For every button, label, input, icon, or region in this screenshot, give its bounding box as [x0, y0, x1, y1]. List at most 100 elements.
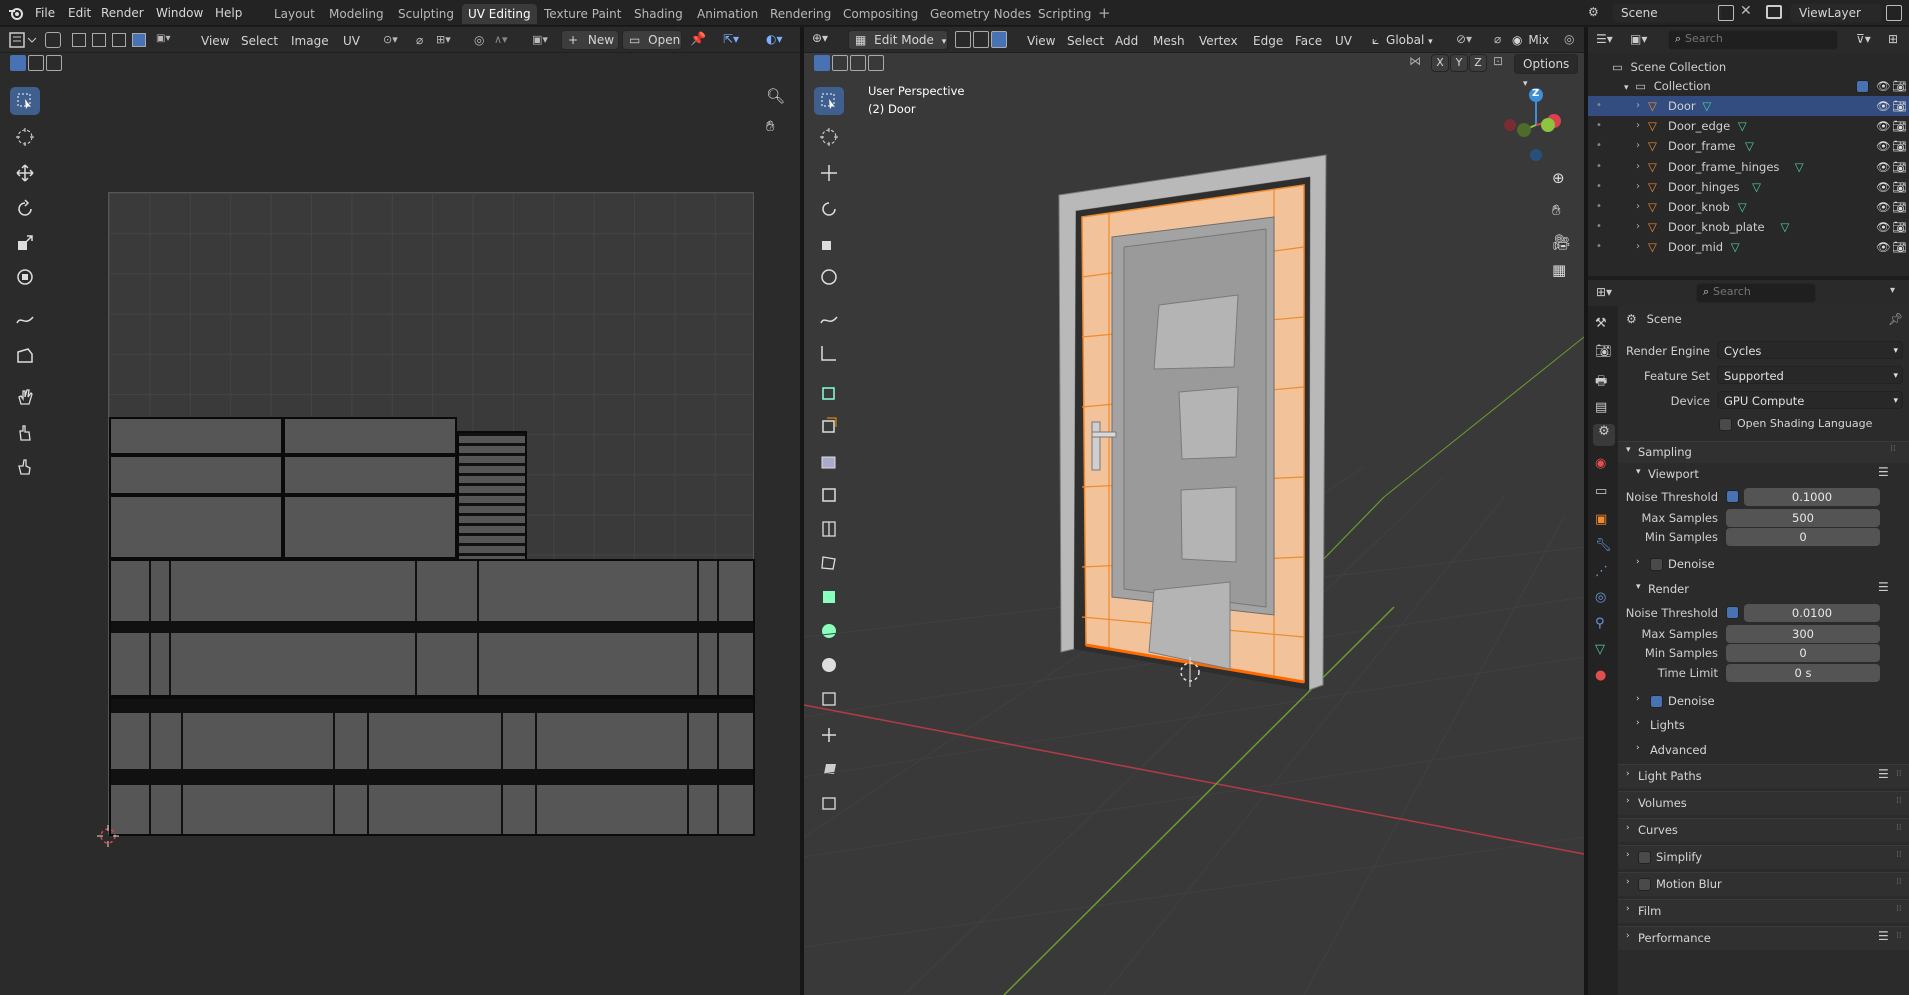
panel-curves[interactable]: › Curves ⁞⁞	[1618, 818, 1909, 842]
mesh-data-icon[interactable]: ▽	[1738, 116, 1747, 136]
tab-modeling[interactable]: Modeling	[323, 4, 390, 24]
lights-subpanel[interactable]: › Lights	[1628, 716, 1888, 734]
visibility-eye-icon[interactable]: 👁︎	[1876, 217, 1891, 237]
collection-visibility-icon[interactable]: 👁︎	[1876, 76, 1891, 96]
outliner-item-door-knob[interactable]: • › ▽ Door_knob ▽ 👁︎ 📷︎	[1588, 197, 1909, 217]
collection-row[interactable]: ▾ ▭ Collection 👁︎ 📷︎	[1624, 76, 1907, 96]
pivot-icon[interactable]: ⊙▾	[383, 33, 407, 47]
relax-tool-icon[interactable]	[10, 419, 40, 447]
mirror-x-toggle[interactable]: X	[1431, 54, 1449, 72]
properties-editor-type-icon[interactable]: ⊞▾	[1596, 285, 1612, 299]
display-mode-icon[interactable]: ▣▾	[1630, 32, 1647, 46]
menu-render[interactable]: Render	[96, 4, 149, 22]
view-layer-icon[interactable]	[1766, 5, 1782, 19]
outliner-item-door-knob-plate[interactable]: • › ▽ Door_knob_plate ▽ 👁︎ 📷︎	[1588, 217, 1909, 237]
outliner-item-door-mid[interactable]: • › ▽ Door_mid ▽ 👁︎ 📷︎	[1588, 237, 1909, 257]
r-max-samples-field[interactable]: 300	[1726, 625, 1880, 643]
grab-tool-icon[interactable]	[10, 383, 40, 411]
uv-menu-uv[interactable]: UV	[338, 31, 365, 51]
expand-arrow-icon[interactable]: ›	[1636, 96, 1640, 116]
object-tab-icon[interactable]: ▣	[1595, 512, 1607, 527]
render-tab-icon[interactable]: 📷︎	[1595, 344, 1612, 359]
panel-volumes[interactable]: › Volumes ⁞⁞	[1618, 791, 1909, 815]
vp-select-subtract-icon[interactable]	[850, 55, 866, 71]
mirror-y-toggle[interactable]: Y	[1450, 54, 1468, 72]
mode-selector[interactable]: ▦ Edit Mode ▾	[848, 30, 948, 50]
uv-island[interactable]	[283, 495, 457, 559]
viewport-editor-type-icon[interactable]: ⊕▾	[812, 31, 842, 49]
scene-icon[interactable]: ⚙	[1588, 5, 1610, 21]
select-mode-island-icon[interactable]	[132, 33, 146, 47]
pinch-tool-icon[interactable]	[10, 453, 40, 481]
select-subtract-icon[interactable]	[46, 55, 62, 71]
uv-island[interactable]	[109, 495, 283, 559]
properties-search-input[interactable]	[1713, 285, 1803, 298]
uv-island[interactable]	[109, 559, 755, 697]
zoom-icon[interactable]: 🔍︎	[766, 87, 788, 109]
vp-noise-threshold-checkbox[interactable]	[1726, 490, 1739, 503]
proportional-editing-icon[interactable]: ◎	[1564, 32, 1574, 46]
r-noise-threshold-checkbox[interactable]	[1726, 606, 1739, 619]
tab-compositing[interactable]: Compositing	[837, 4, 924, 24]
panel-motion-blur[interactable]: › Motion Blur ⁞⁞	[1618, 872, 1909, 896]
scale-tool-icon[interactable]	[10, 229, 40, 257]
uv-island[interactable]	[457, 431, 527, 561]
image-browse-icon[interactable]: ▣▾	[532, 33, 558, 49]
collection-exclude-checkbox[interactable]	[1856, 80, 1869, 93]
new-image-button[interactable]: + New	[561, 30, 619, 50]
material-tab-icon[interactable]: ●	[1595, 668, 1606, 683]
open-image-button[interactable]: ▭ Open	[622, 30, 682, 50]
drag-handle-icon[interactable]: ⁞⁞	[1896, 931, 1902, 941]
rotate-tool-icon[interactable]	[10, 195, 40, 223]
vp-select-new-icon[interactable]	[814, 55, 830, 71]
vp-min-samples-field[interactable]: 0	[1726, 528, 1880, 546]
viewport-presets-icon[interactable]: ☰	[1878, 465, 1889, 479]
edge-select-icon[interactable]	[973, 31, 989, 48]
expand-arrow-icon[interactable]: ›	[1636, 116, 1640, 136]
panel-film[interactable]: › Film ⁞⁞	[1618, 899, 1909, 923]
auto-merge-icon[interactable]: ⊡	[1493, 54, 1503, 68]
3d-viewport[interactable]: ⊕▾ ▦ Edit Mode ▾ View Select Add Mesh Ve…	[804, 27, 1584, 995]
outliner[interactable]: ☰▾ ▣▾ ⌕ ⊽▾ ⊞ ▭ Scene Collection ▾ ▭ Coll…	[1588, 27, 1909, 276]
overlay-toggle-icon[interactable]: ◐▾	[766, 32, 796, 48]
snap-icon[interactable]: ⌀	[416, 33, 432, 49]
render-camera-icon[interactable]: 📷︎	[1892, 177, 1907, 197]
expand-arrow-icon[interactable]: ›	[1636, 177, 1640, 197]
select-box-tool-icon[interactable]	[10, 87, 40, 115]
uv-island[interactable]	[283, 455, 457, 495]
properties-options-icon[interactable]: ▾	[1890, 285, 1895, 296]
vp-menu-view[interactable]: View	[1022, 31, 1060, 51]
outliner-item-door-frame[interactable]: • › ▽ Door_frame ▽ 👁︎ 📷︎	[1588, 136, 1909, 156]
mirror-icon[interactable]: ⋈	[1409, 54, 1421, 68]
properties-search[interactable]: ⌕	[1696, 283, 1816, 303]
outliner-search-input[interactable]	[1685, 32, 1825, 45]
drag-handle-icon[interactable]: ⁞⁞	[1896, 796, 1902, 806]
visibility-eye-icon[interactable]: 👁︎	[1876, 177, 1891, 197]
gizmo-toggle-icon[interactable]: ⇱▾	[723, 32, 753, 48]
cursor-tool-icon[interactable]	[10, 123, 40, 151]
osl-row[interactable]: Open Shading Language	[1717, 416, 1907, 432]
viewport-scene[interactable]	[804, 77, 1584, 995]
select-mode-edge-icon[interactable]	[92, 33, 106, 47]
drag-handle-icon[interactable]: ⁞⁞	[1896, 823, 1902, 833]
tab-uv-editing[interactable]: UV Editing	[462, 4, 537, 24]
tab-animation[interactable]: Animation	[691, 4, 764, 24]
modifier-tab-icon[interactable]: 🔧︎	[1595, 538, 1612, 553]
outliner-search[interactable]: ⌕	[1668, 30, 1838, 50]
menu-window[interactable]: Window	[151, 4, 208, 22]
mesh-data-icon[interactable]: ▽	[1702, 96, 1711, 116]
drag-handle-icon[interactable]: ⁞⁞	[1896, 850, 1902, 860]
uv-island[interactable]	[109, 417, 283, 455]
viewport-subpanel-header[interactable]: ▾ Viewport ☰	[1628, 463, 1909, 485]
tab-layout[interactable]: Layout	[268, 4, 321, 24]
panel-presets-icon[interactable]: ☰	[1878, 767, 1889, 781]
annotate-tool-icon[interactable]	[10, 305, 40, 333]
vp-denoise-checkbox[interactable]	[1650, 558, 1663, 571]
select-mode-face-icon[interactable]	[112, 33, 126, 47]
render-camera-icon[interactable]: 📷︎	[1892, 157, 1907, 177]
vp-select-extend-icon[interactable]	[832, 55, 848, 71]
properties-editor[interactable]: ⊞▾ ⌕ ▾ ⚒ 📷︎ 🖶 ▤ ⚙ ◉ ▭ ▣ 🔧︎ ⋰ ◎ ⚲ ▽ ● ⚙ S…	[1588, 280, 1909, 995]
scene-collection-row[interactable]: ▭ Scene Collection	[1612, 57, 1726, 77]
uv-grid[interactable]	[108, 192, 755, 836]
uv-2d-cursor-icon[interactable]	[97, 825, 119, 847]
